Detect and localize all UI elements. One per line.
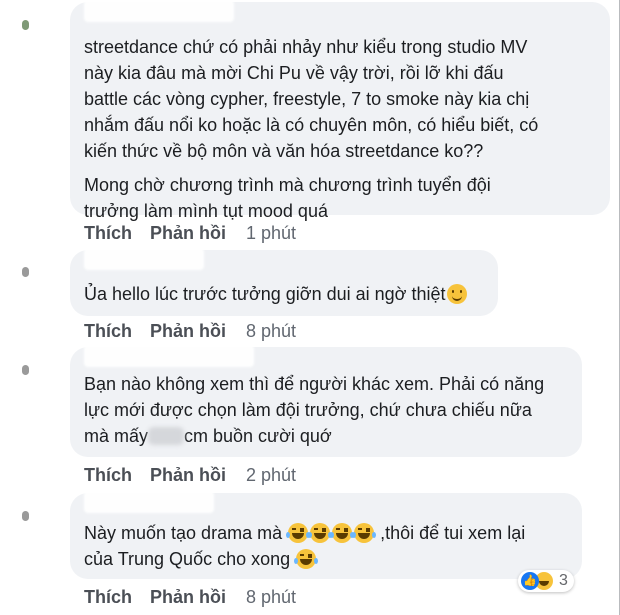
avatar[interactable] — [22, 267, 29, 277]
comment-line: Bạn nào không xem thì để người khác xem.… — [84, 374, 545, 394]
timestamp[interactable]: 1 phút — [246, 223, 296, 244]
timestamp[interactable]: 2 phút — [246, 465, 296, 486]
comment-line: streetdance chứ có phải nhảy như kiểu tr… — [84, 37, 528, 57]
comment-line: lực mới được chọn làm đội trưởng, chứ ch… — [84, 400, 532, 420]
comment-text: Này muốn tạo drama mà ,thôi để tui xem l… — [84, 520, 525, 572]
comment-line: nhắm đấu nổi ko hoặc là có chuyên môn, c… — [84, 115, 539, 135]
comment-bubble: Bạn nào không xem thì để người khác xem.… — [70, 345, 582, 457]
comment-bubble: Ủa hello lúc trước tưởng giỡn dui ai ngờ… — [70, 248, 498, 316]
comment-line: Ủa hello lúc trước tưởng giỡn dui ai ngờ… — [84, 284, 446, 304]
commenter-name-redacted — [84, 248, 204, 270]
comment-line: này kia đâu mà mời Chi Pu về vậy trời, r… — [84, 63, 504, 83]
comment-fragment: ,thôi để tui xem lại — [380, 523, 526, 543]
comment-line: Mong chờ chương trình mà chương trình tu… — [84, 175, 491, 195]
comment-text: Bạn nào không xem thì để người khác xem.… — [84, 371, 544, 449]
reply-link[interactable]: Phản hồi — [150, 587, 226, 608]
comment-fragment: cm buồn cười quớ — [184, 426, 332, 446]
like-reaction-icon: 👍 — [521, 572, 539, 590]
timestamp[interactable]: 8 phút — [246, 587, 296, 608]
comment-thread: streetdance chứ có phải nhảy như kiểu tr… — [0, 0, 620, 615]
comment-actions: Thích Phản hồi 1 phút — [84, 221, 296, 245]
comment-line: kiến thức về bộ môn và văn hóa streetdan… — [84, 141, 484, 161]
comment-bubble: streetdance chứ có phải nhảy như kiểu tr… — [70, 0, 610, 221]
reply-link[interactable]: Phản hồi — [150, 465, 226, 486]
comment-actions: Thích Phản hồi 2 phút — [84, 463, 296, 487]
timestamp[interactable]: 8 phút — [246, 321, 296, 342]
like-link[interactable]: Thích — [84, 465, 132, 486]
comment-fragment: của Trung Quốc cho xong — [84, 549, 291, 569]
reaction-summary[interactable]: 👍 3 — [518, 570, 574, 592]
commenter-name-redacted — [84, 0, 234, 22]
comment-fragment: mà mấy — [84, 426, 149, 446]
reply-link[interactable]: Phản hồi — [150, 223, 226, 244]
smile-emoji-icon — [446, 284, 467, 304]
like-link[interactable]: Thích — [84, 321, 132, 342]
avatar[interactable] — [22, 365, 29, 375]
comment-actions: Thích Phản hồi 8 phút — [84, 585, 296, 609]
comment-actions: Thích Phản hồi 8 phút — [84, 319, 296, 343]
avatar[interactable] — [22, 20, 29, 30]
laugh-cry-emoji-icon — [330, 523, 355, 543]
comment-line: battle các vòng cypher, freestyle, 7 to … — [84, 89, 530, 109]
commenter-name-redacted — [84, 491, 214, 513]
laugh-cry-emoji-icon — [286, 523, 311, 543]
laugh-cry-emoji-icon — [294, 549, 319, 569]
like-link[interactable]: Thích — [84, 587, 132, 608]
reaction-count: 3 — [559, 572, 568, 589]
comment-line: của Trung Quốc cho xong — [84, 546, 525, 572]
like-link[interactable]: Thích — [84, 223, 132, 244]
comment-line: Này muốn tạo drama mà ,thôi để tui xem l… — [84, 520, 525, 546]
laugh-cry-emoji-icon — [352, 523, 377, 543]
laugh-cry-emoji-icon — [308, 523, 333, 543]
comment-bubble: Này muốn tạo drama mà ,thôi để tui xem l… — [70, 491, 582, 579]
redacted-word — [148, 427, 185, 445]
reply-link[interactable]: Phản hồi — [150, 321, 226, 342]
avatar[interactable] — [22, 511, 29, 521]
comment-text: streetdance chứ có phải nhảy như kiểu tr… — [84, 34, 538, 224]
comment-text: Ủa hello lúc trước tưởng giỡn dui ai ngờ… — [84, 281, 468, 307]
comment-fragment: Này muốn tạo drama mà — [84, 523, 283, 543]
comment-line: mà mấy cm buồn cười quớ — [84, 423, 544, 449]
commenter-name-redacted — [84, 345, 254, 367]
